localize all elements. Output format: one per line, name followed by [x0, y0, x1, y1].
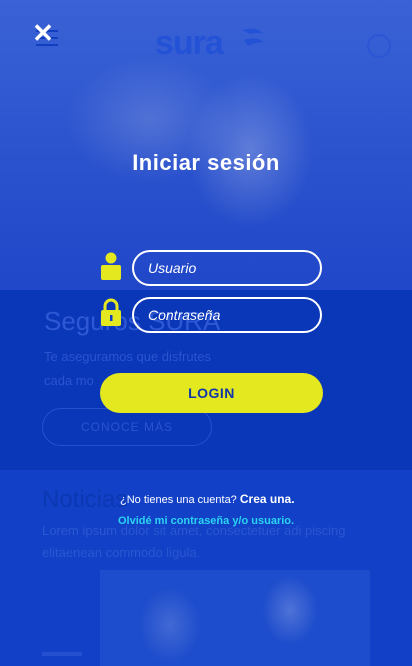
user-icon	[367, 34, 391, 58]
user-field-icon	[101, 252, 121, 280]
login-button[interactable]: LOGIN	[100, 373, 323, 413]
background-logo: sura	[155, 24, 224, 62]
logo-mark-icon	[242, 28, 264, 46]
background-news-title: Noticias	[42, 486, 128, 513]
close-icon[interactable]: ✕	[30, 20, 56, 46]
no-account-text: ¿No tienes una cuenta?	[120, 494, 237, 506]
background-news-footer-mark	[42, 652, 82, 656]
signup-prompt: ¿No tienes una cuenta? Crea una.	[120, 492, 295, 506]
forgot-password-link[interactable]: Olvidé mi contraseña y/o usuario.	[118, 515, 294, 527]
password-input[interactable]	[132, 297, 322, 333]
background-header: sura	[0, 0, 412, 70]
lock-icon	[101, 298, 121, 326]
background-news-photo	[100, 570, 370, 666]
create-account-link[interactable]: Crea una.	[240, 492, 295, 506]
username-input[interactable]	[132, 250, 322, 286]
background-promo-text-1: Te aseguramos que disfrutes	[44, 349, 211, 364]
login-title: Iniciar sesión	[132, 150, 280, 175]
login-screen: sura Seguros SURA Te aseguramos que disf…	[0, 0, 412, 666]
background-promo-button: CONOCE MÁS	[42, 408, 212, 446]
